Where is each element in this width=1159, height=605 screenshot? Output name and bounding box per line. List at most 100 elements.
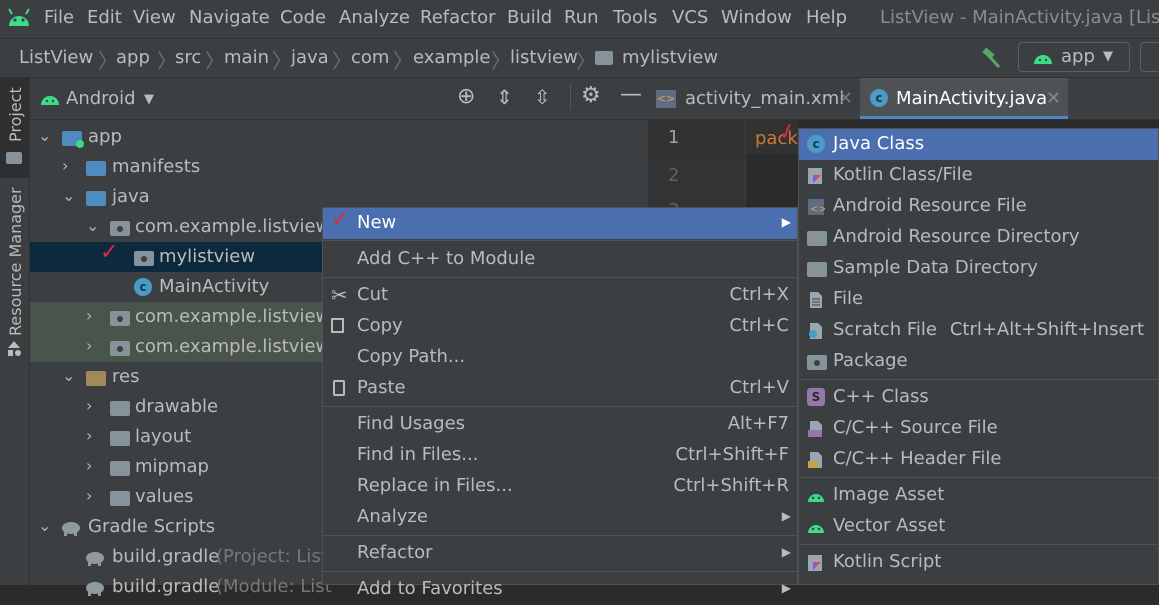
submenu-item-scratch-file[interactable]: Scratch File Ctrl+Alt+Shift+Insert: [799, 315, 1158, 346]
folder-icon: [807, 262, 827, 277]
chevron-down-icon[interactable]: ⌄: [62, 366, 75, 385]
submenu-item-vector-asset[interactable]: Vector Asset: [799, 511, 1158, 542]
android-icon: [808, 525, 824, 533]
menu-item-label: Refactor: [357, 542, 433, 563]
submenu-item-android-resource-directory[interactable]: Android Resource Directory: [799, 222, 1158, 253]
chevron-down-icon[interactable]: ⌄: [62, 186, 75, 205]
menu-item-analyze[interactable]: Analyze ▶: [323, 502, 797, 533]
minimize-icon[interactable]: —: [620, 82, 642, 107]
chevron-down-icon[interactable]: ⌄: [38, 516, 51, 535]
collapse-all-icon[interactable]: ⇳: [534, 85, 551, 109]
chevron-right-icon[interactable]: ›: [86, 396, 92, 415]
menu-item-refactor[interactable]: Refactor ▶: [323, 538, 797, 569]
menu-item-find-usages[interactable]: Find Usages Alt+F7: [323, 409, 797, 440]
menu-vcs[interactable]: VCS: [672, 7, 708, 28]
menu-view[interactable]: View: [133, 7, 176, 28]
resource-manager-tool-tab[interactable]: Resource Manager: [0, 187, 29, 368]
menu-item-find-in-files[interactable]: Find in Files... Ctrl+Shift+F: [323, 440, 797, 471]
submenu-item-android-resource-file[interactable]: <> Android Resource File: [799, 191, 1158, 222]
submenu-item-label: Android Resource Directory: [833, 226, 1080, 247]
chevron-down-icon[interactable]: ⌄: [86, 216, 99, 235]
menu-item-shortcut: Ctrl+V: [729, 377, 789, 398]
menu-item-add-to-favorites[interactable]: Add to Favorites ▶: [323, 574, 797, 605]
breadcrumb-mylistview[interactable]: mylistview: [622, 47, 718, 68]
menu-item-add-cpp[interactable]: Add C++ to Module: [323, 244, 797, 275]
close-icon[interactable]: ✕: [1046, 88, 1061, 109]
submenu-item-java-class[interactable]: c Java Class: [799, 129, 1158, 160]
tree-label: app: [88, 126, 122, 147]
expand-all-icon[interactable]: ⇕: [496, 85, 513, 109]
breadcrumb-java[interactable]: java: [291, 47, 329, 68]
menu-item-copy-path[interactable]: Copy Path...: [323, 342, 797, 373]
submenu-item-cpp-source-file[interactable]: C/C++ Source File: [799, 413, 1158, 444]
tree-label: values: [135, 486, 194, 507]
menu-tools[interactable]: Tools: [613, 7, 657, 28]
project-view-selector[interactable]: Android: [66, 88, 136, 109]
chevron-right-icon[interactable]: ›: [86, 426, 92, 445]
chevron-right-icon[interactable]: ›: [86, 456, 92, 475]
menu-code[interactable]: Code: [280, 7, 326, 28]
menu-item-copy[interactable]: Copy Ctrl+C: [323, 311, 797, 342]
menu-file[interactable]: File: [44, 7, 74, 28]
folder-icon: [110, 491, 130, 506]
chevron-right-icon[interactable]: ›: [86, 306, 92, 325]
hammer-build-icon[interactable]: [980, 47, 1002, 69]
submenu-item-package[interactable]: Package: [799, 346, 1158, 377]
tree-row-manifests[interactable]: › manifests: [30, 152, 648, 182]
menu-analyze[interactable]: Analyze: [339, 7, 410, 28]
tab-activity-main-xml[interactable]: <> activity_main.xml ✕: [648, 78, 858, 119]
menu-item-replace-in-files[interactable]: Replace in Files... Ctrl+Shift+R: [323, 471, 797, 502]
package-folder-icon: [134, 251, 154, 266]
tree-label: com.example.listview: [135, 216, 331, 237]
chevron-down-icon[interactable]: ▼: [144, 92, 154, 107]
menu-refactor[interactable]: Refactor: [420, 7, 496, 28]
submenu-item-cpp-class[interactable]: S C++ Class: [799, 382, 1158, 413]
breadcrumb-project[interactable]: ListView: [19, 47, 93, 68]
chevron-right-icon[interactable]: ›: [86, 336, 92, 355]
java-class-icon: c: [807, 135, 825, 153]
breadcrumb-src[interactable]: src: [175, 47, 201, 68]
chevron-right-icon[interactable]: ›: [62, 156, 68, 175]
chevron-right-icon[interactable]: ›: [86, 486, 92, 505]
menu-item-paste[interactable]: Paste Ctrl+V: [323, 373, 797, 404]
submenu-item-image-asset[interactable]: Image Asset: [799, 480, 1158, 511]
breadcrumb-listview[interactable]: listview: [510, 47, 578, 68]
xml-file-icon: <>: [656, 90, 676, 108]
submenu-item-label: Package: [833, 350, 908, 371]
run-configuration-dropdown[interactable]: app ▼: [1018, 42, 1130, 72]
line-number: 1: [668, 127, 680, 148]
menu-item-new[interactable]: ✓ New ▶: [323, 207, 797, 239]
menu-edit[interactable]: Edit: [87, 7, 122, 28]
submenu-item-kotlin-script[interactable]: Kotlin Script: [799, 547, 1158, 578]
breadcrumb-main[interactable]: main: [224, 47, 269, 68]
tree-detail: (Project: List: [216, 546, 328, 567]
project-tool-tab[interactable]: Project: [0, 78, 29, 178]
submenu-item-cpp-header-file[interactable]: C/C++ Header File: [799, 444, 1158, 475]
locate-file-icon[interactable]: ⊕: [457, 84, 475, 109]
tree-row-app[interactable]: ⌄ app: [30, 122, 648, 152]
submenu-item-kotlin-class[interactable]: Kotlin Class/File: [799, 160, 1158, 191]
device-selector-dropdown[interactable]: [1140, 42, 1159, 72]
menu-build[interactable]: Build: [507, 7, 552, 28]
breadcrumb-com[interactable]: com: [351, 47, 389, 68]
chevron-right-icon: 〉: [272, 49, 292, 73]
submenu-item-file[interactable]: File: [799, 284, 1158, 315]
folder-icon: [86, 161, 106, 176]
menu-window[interactable]: Window: [721, 7, 792, 28]
menu-run[interactable]: Run: [564, 7, 599, 28]
tab-mainactivity-java[interactable]: c MainActivity.java ✕: [860, 78, 1068, 119]
menu-help[interactable]: Help: [806, 7, 847, 28]
menu-item-shortcut: Ctrl+Shift+R: [673, 475, 789, 496]
close-icon[interactable]: ✕: [838, 88, 853, 109]
gear-icon[interactable]: ⚙: [581, 83, 601, 108]
breadcrumb-module[interactable]: app: [116, 47, 150, 68]
breadcrumb-example[interactable]: example: [413, 47, 490, 68]
menu-item-cut[interactable]: ✂ Cut Ctrl+X: [323, 280, 797, 311]
menu-navigate[interactable]: Navigate: [189, 7, 270, 28]
chevron-right-icon: 〉: [205, 49, 225, 73]
package-folder-icon: [595, 51, 613, 65]
submenu-item-sample-data-directory[interactable]: Sample Data Directory: [799, 253, 1158, 284]
folder-icon: [110, 401, 130, 416]
cpp-header-file-icon: [808, 452, 822, 468]
chevron-down-icon[interactable]: ⌄: [38, 126, 51, 145]
